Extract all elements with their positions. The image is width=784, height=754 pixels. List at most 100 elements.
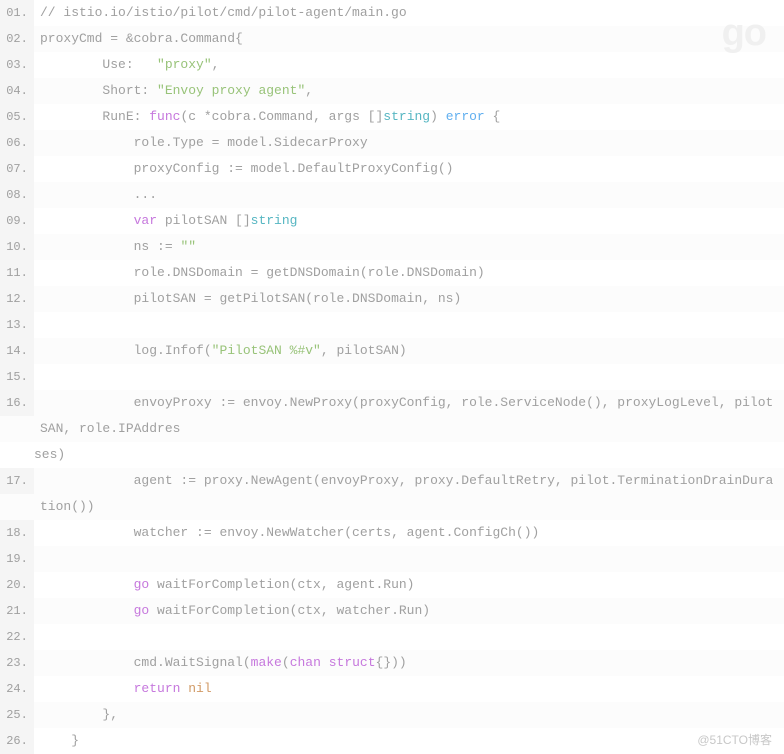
token: chan — [290, 655, 321, 670]
line-number: 18. — [0, 520, 34, 546]
token: RunE: — [40, 109, 149, 124]
code-line: 19. — [0, 546, 784, 572]
line-number: 19. — [0, 546, 34, 572]
line-number: 07. — [0, 156, 34, 182]
line-number: 21. — [0, 598, 34, 624]
code-line: 05. RunE: func(c *cobra.Command, args []… — [0, 104, 784, 130]
code-line: 24. return nil — [0, 676, 784, 702]
token: "Envoy proxy agent" — [157, 83, 305, 98]
line-number: 13. — [0, 312, 34, 338]
code-content: envoyProxy := envoy.NewProxy(proxyConfig… — [34, 390, 784, 442]
token: log.Infof( — [40, 343, 212, 358]
code-content: role.DNSDomain = getDNSDomain(role.DNSDo… — [34, 260, 784, 286]
line-number: 17. — [0, 468, 34, 494]
token: func — [149, 109, 180, 124]
token: agent := proxy.NewAgent(envoyProxy, prox… — [40, 473, 773, 514]
token: watcher := envoy.NewWatcher(certs, agent… — [40, 525, 539, 540]
line-number: 22. — [0, 624, 34, 650]
line-number: 20. — [0, 572, 34, 598]
token: string — [251, 213, 298, 228]
token: , — [305, 83, 313, 98]
code-line: 21. go waitForCompletion(ctx, watcher.Ru… — [0, 598, 784, 624]
code-line: 07. proxyConfig := model.DefaultProxyCon… — [0, 156, 784, 182]
token: ses) — [34, 447, 65, 462]
code-line-wrap: ses) — [0, 442, 784, 468]
code-line: 04. Short: "Envoy proxy agent", — [0, 78, 784, 104]
code-content: go waitForCompletion(ctx, agent.Run) — [34, 572, 784, 598]
line-number: 05. — [0, 104, 34, 130]
code-content: agent := proxy.NewAgent(envoyProxy, prox… — [34, 468, 784, 520]
code-line: 25. }, — [0, 702, 784, 728]
line-number: 10. — [0, 234, 34, 260]
token: Short: — [40, 83, 157, 98]
code-line: 09. var pilotSAN []string — [0, 208, 784, 234]
code-content: watcher := envoy.NewWatcher(certs, agent… — [34, 520, 784, 546]
line-number: 12. — [0, 286, 34, 312]
token: ns := — [40, 239, 180, 254]
code-line: 23. cmd.WaitSignal(make(chan struct{})) — [0, 650, 784, 676]
line-number: 04. — [0, 78, 34, 104]
token: {})) — [376, 655, 407, 670]
code-content: proxyConfig := model.DefaultProxyConfig(… — [34, 156, 784, 182]
token: Use: — [40, 57, 157, 72]
token: proxyConfig := model.DefaultProxyConfig(… — [40, 161, 453, 176]
code-content: RunE: func(c *cobra.Command, args []stri… — [34, 104, 784, 130]
token: (c *cobra.Command, args [] — [180, 109, 383, 124]
token: envoyProxy := envoy.NewProxy(proxyConfig… — [40, 395, 773, 436]
token: ) — [430, 109, 446, 124]
line-number: 06. — [0, 130, 34, 156]
line-number: 14. — [0, 338, 34, 364]
token: , — [212, 57, 220, 72]
token: ( — [282, 655, 290, 670]
line-number: 09. — [0, 208, 34, 234]
code-content: }, — [34, 702, 784, 728]
token: make — [251, 655, 282, 670]
token: role.Type = model.SidecarProxy — [40, 135, 368, 150]
token — [321, 655, 329, 670]
token: cmd.WaitSignal( — [40, 655, 251, 670]
code-content: var pilotSAN []string — [34, 208, 784, 234]
token: // istio.io/istio/pilot/cmd/pilot-agent/… — [40, 5, 407, 20]
line-number: 24. — [0, 676, 34, 702]
code-content: } — [34, 728, 784, 754]
code-line: 26. } — [0, 728, 784, 754]
code-line: 11. role.DNSDomain = getDNSDomain(role.D… — [0, 260, 784, 286]
watermark: @51CTO博客 — [697, 731, 772, 748]
code-content: ns := "" — [34, 234, 784, 260]
line-number: 01. — [0, 0, 34, 26]
language-badge: go — [722, 12, 766, 55]
token: "PilotSAN %#v" — [212, 343, 321, 358]
token: ... — [40, 187, 157, 202]
code-line: 15. — [0, 364, 784, 390]
token: pilotSAN = getPilotSAN(role.DNSDomain, n… — [40, 291, 461, 306]
line-number: 16. — [0, 390, 34, 416]
token: pilotSAN [] — [157, 213, 251, 228]
line-number: 23. — [0, 650, 34, 676]
code-block: go 01. // istio.io/istio/pilot/cmd/pilot-… — [0, 0, 784, 754]
line-number: 26. — [0, 728, 34, 754]
token: go — [134, 603, 150, 618]
token: var — [134, 213, 157, 228]
line-number: 08. — [0, 182, 34, 208]
code-line: 06. role.Type = model.SidecarProxy — [0, 130, 784, 156]
code-line: 02.proxyCmd = &cobra.Command{ — [0, 26, 784, 52]
code-line: 18. watcher := envoy.NewWatcher(certs, a… — [0, 520, 784, 546]
code-content: pilotSAN = getPilotSAN(role.DNSDomain, n… — [34, 286, 784, 312]
token: return — [134, 681, 181, 696]
code-content: // istio.io/istio/pilot/cmd/pilot-agent/… — [34, 0, 784, 26]
code-content: proxyCmd = &cobra.Command{ — [34, 26, 784, 52]
code-line: 20. go waitForCompletion(ctx, agent.Run) — [0, 572, 784, 598]
code-content: role.Type = model.SidecarProxy — [34, 130, 784, 156]
code-line: 16. envoyProxy := envoy.NewProxy(proxyCo… — [0, 390, 784, 442]
token: { — [485, 109, 501, 124]
token: } — [40, 733, 79, 748]
code-line: 10. ns := "" — [0, 234, 784, 260]
token: "" — [180, 239, 196, 254]
code-line: 22. — [0, 624, 784, 650]
code-line: 14. log.Infof("PilotSAN %#v", pilotSAN) — [0, 338, 784, 364]
line-number: 25. — [0, 702, 34, 728]
token — [40, 603, 134, 618]
token: , pilotSAN) — [321, 343, 407, 358]
token: struct — [329, 655, 376, 670]
token — [40, 577, 134, 592]
